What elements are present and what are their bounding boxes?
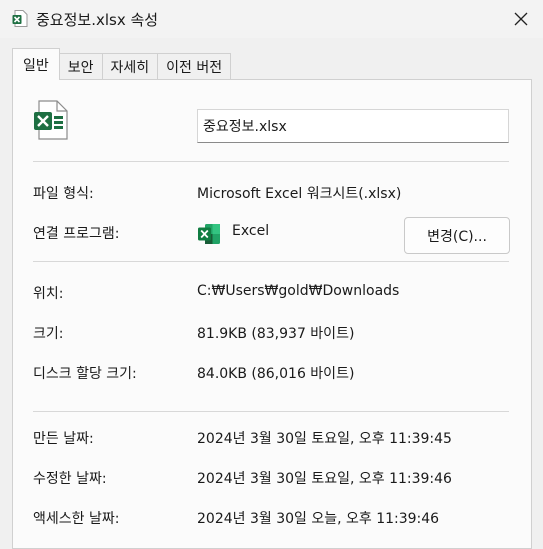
size-on-disk-label: 디스크 할당 크기: bbox=[33, 366, 137, 382]
change-button[interactable]: 변경(C)... bbox=[404, 217, 510, 254]
size-on-disk-value: 84.0KB (86,016 바이트) bbox=[197, 366, 355, 382]
separator bbox=[33, 411, 509, 412]
close-button[interactable] bbox=[499, 0, 543, 38]
tab-strip: 일반 보안 자세히 이전 버전 bbox=[12, 48, 232, 80]
location-value: C:₩Users₩gold₩Downloads bbox=[197, 283, 400, 299]
modified-value: 2024년 3월 30일 토요일, 오후 11:39:46 bbox=[197, 471, 452, 487]
accessed-label: 액세스한 날짜: bbox=[33, 511, 120, 527]
excel-app-icon bbox=[198, 224, 220, 244]
general-panel: 중요정보.xlsx 파일 형식: Microsoft Excel 워크시트(.x… bbox=[12, 79, 532, 549]
location-label: 위치: bbox=[33, 286, 64, 302]
separator bbox=[33, 261, 509, 262]
tab-security[interactable]: 보안 bbox=[58, 53, 103, 80]
created-value: 2024년 3월 30일 토요일, 오후 11:39:45 bbox=[197, 431, 452, 447]
size-value: 81.9KB (83,937 바이트) bbox=[197, 326, 355, 342]
open-with-app-name: Excel bbox=[232, 223, 270, 239]
tab-general[interactable]: 일반 bbox=[12, 48, 60, 80]
accessed-value: 2024년 3월 30일 오늘, 오후 11:39:46 bbox=[197, 511, 440, 527]
tab-previous-versions[interactable]: 이전 버전 bbox=[157, 53, 232, 80]
modified-label: 수정한 날짜: bbox=[33, 471, 107, 487]
title-bar: 중요정보.xlsx 속성 bbox=[0, 0, 543, 38]
filename-input[interactable]: 중요정보.xlsx bbox=[197, 109, 509, 143]
excel-file-icon bbox=[34, 100, 68, 140]
open-with-label: 연결 프로그램: bbox=[33, 226, 120, 242]
created-label: 만든 날짜: bbox=[33, 431, 94, 447]
window-title: 중요정보.xlsx 속성 bbox=[36, 11, 159, 29]
size-label: 크기: bbox=[33, 326, 64, 342]
close-icon bbox=[514, 12, 528, 26]
separator bbox=[33, 161, 509, 162]
filetype-label: 파일 형식: bbox=[33, 186, 94, 202]
filetype-value: Microsoft Excel 워크시트(.xlsx) bbox=[197, 186, 402, 202]
excel-file-icon bbox=[12, 10, 28, 27]
tab-details[interactable]: 자세히 bbox=[101, 53, 159, 80]
